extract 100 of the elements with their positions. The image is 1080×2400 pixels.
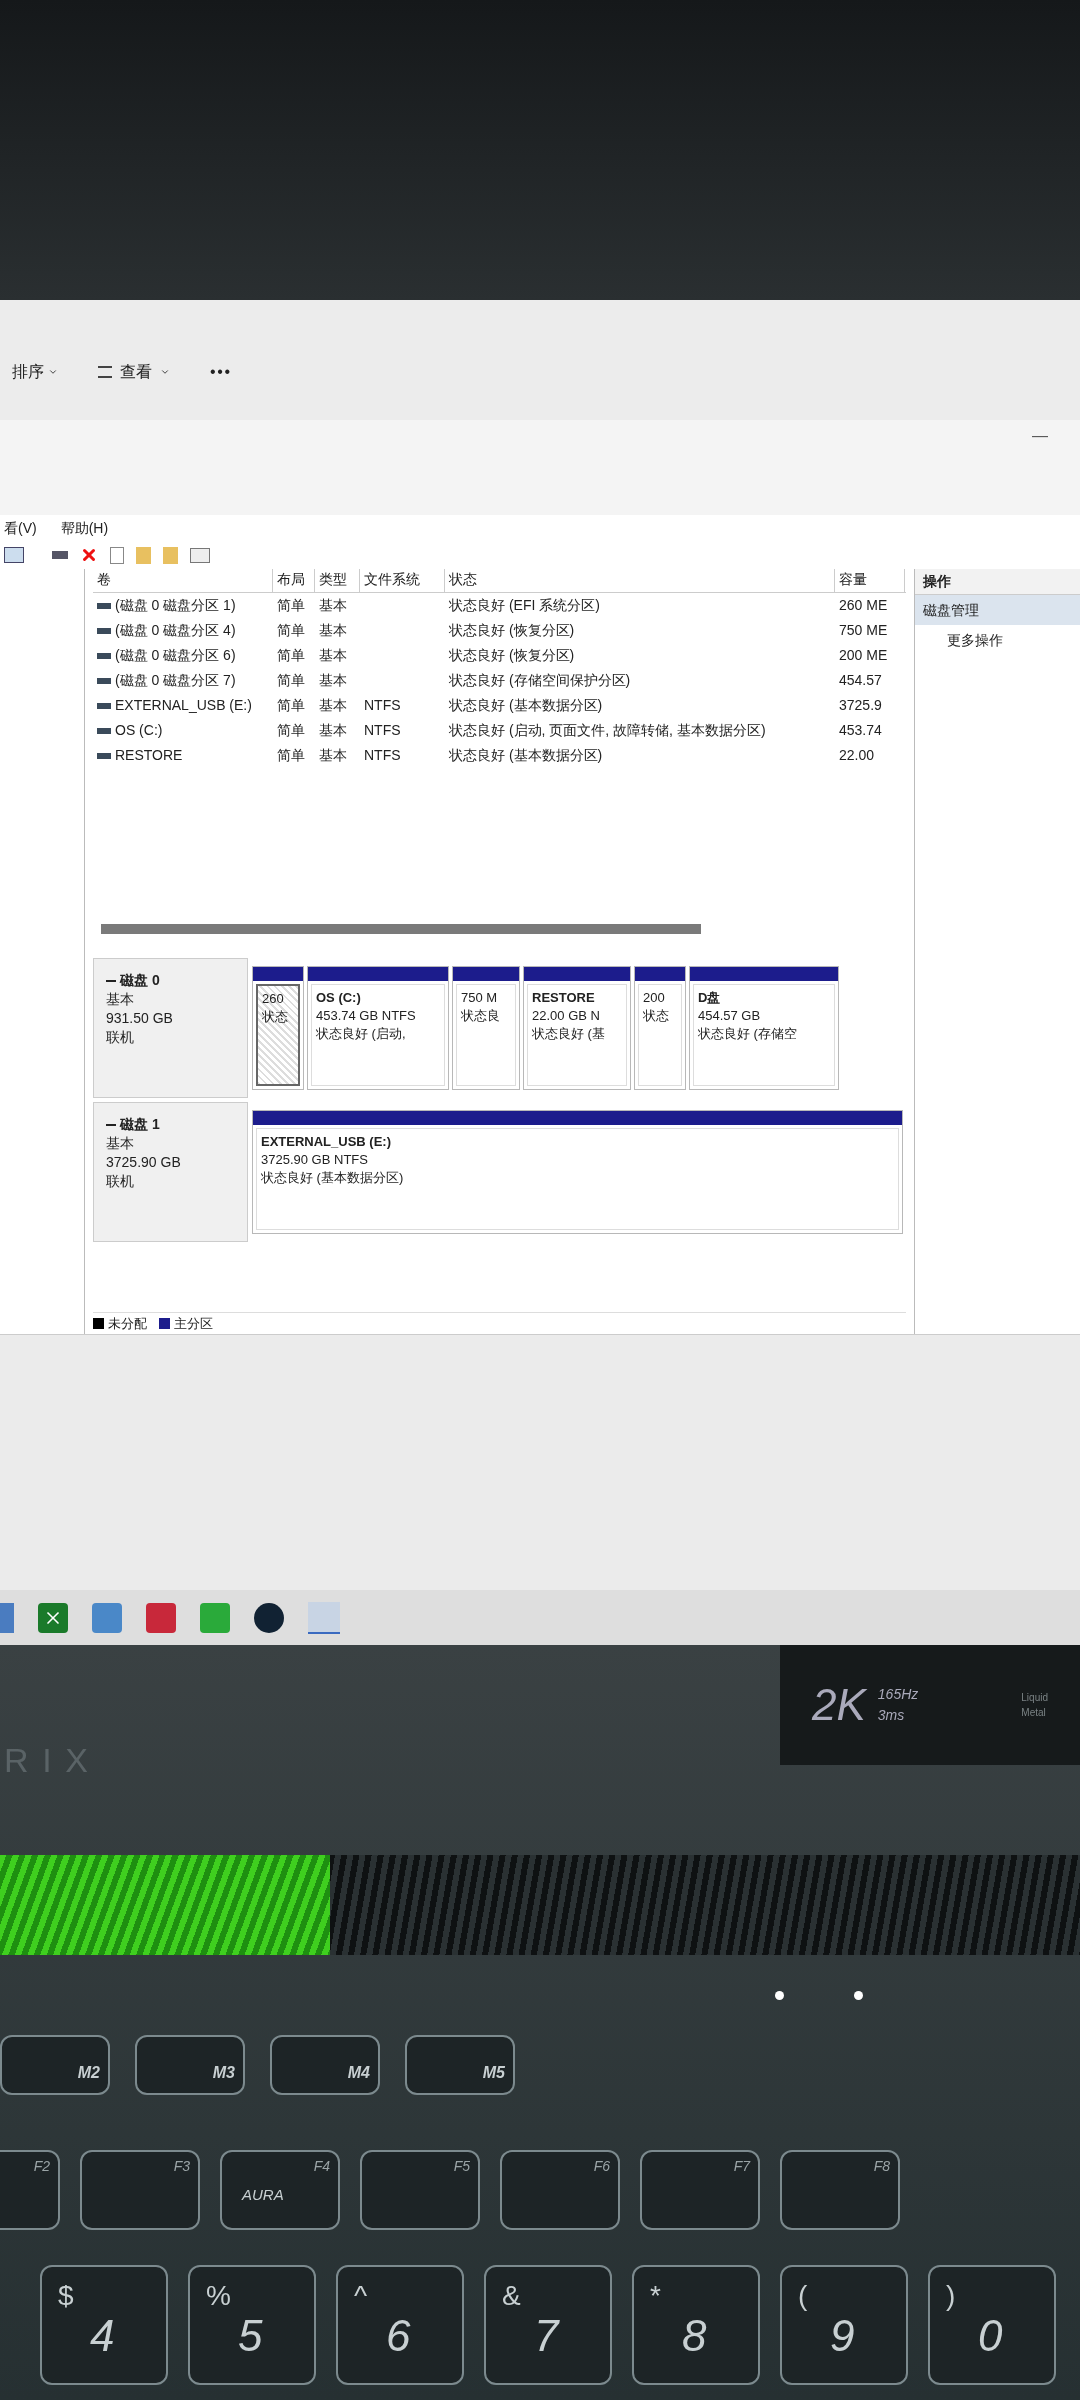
table-cell-text: 基本 (319, 671, 347, 690)
table-cell-text: 基本 (319, 721, 347, 740)
partition-title: OS (C:) (316, 989, 362, 1007)
drive-icon (97, 602, 111, 609)
feature-text: Liquid (1021, 1691, 1048, 1705)
menu-item[interactable]: 看(V) (4, 517, 37, 539)
actions-header: 操作 (915, 569, 1080, 595)
partition-block[interactable]: OS (C:) 453.74 GB NTFS 状态良好 (启动, (307, 966, 449, 1090)
macro-key[interactable]: M5 (405, 2035, 515, 2095)
number-key[interactable]: ( 9 (780, 2265, 908, 2385)
column-header[interactable]: 布局 (273, 569, 315, 592)
number-key[interactable]: * 8 (632, 2265, 760, 2385)
more-button[interactable]: ••• (210, 360, 232, 384)
partition-header-bar (253, 967, 303, 981)
key-label: F8 (873, 2157, 890, 2176)
number-key[interactable]: & 7 (484, 2265, 612, 2385)
partition-info: 状态 (643, 1007, 670, 1025)
partition-info: 状态良好 (基本数据分区) (261, 1169, 405, 1187)
sort-button[interactable]: 排序 (12, 360, 58, 384)
disk-size: 931.50 GB (106, 1009, 174, 1028)
partition-header-bar (635, 967, 685, 981)
partition-info: 750 M (461, 989, 499, 1007)
close-icon[interactable] (80, 546, 98, 564)
collapse-icon[interactable] (106, 979, 116, 982)
number-key[interactable]: ) 0 (928, 2265, 1056, 2385)
view-button[interactable]: 查看 (98, 360, 170, 384)
disk-label-panel[interactable]: 磁盘 0 基本 931.50 GB 联机 (93, 958, 248, 1098)
macro-key[interactable]: M4 (270, 2035, 380, 2095)
resolution-text: 2K (812, 1679, 866, 1731)
partition-title: RESTORE (532, 989, 596, 1007)
drive-icon (97, 627, 111, 634)
macro-key[interactable]: M3 (135, 2035, 245, 2095)
caret-icon (160, 367, 170, 377)
table-cell-text: 简单 (277, 696, 305, 715)
drive-icon (97, 752, 111, 759)
function-key[interactable]: F6 (500, 2150, 620, 2230)
function-key[interactable]: F4 AURA (220, 2150, 340, 2230)
number-key[interactable]: ^ 6 (336, 2265, 464, 2385)
list-icon (98, 366, 112, 378)
key-symbol: ) (946, 2279, 956, 2313)
table-cell-text: 状态良好 (恢复分区) (449, 646, 575, 665)
key-label: F4 (313, 2157, 330, 2176)
action-item[interactable]: 更多操作 (915, 625, 1080, 655)
window-icon[interactable] (190, 547, 210, 563)
column-header[interactable]: 类型 (315, 569, 360, 592)
function-key[interactable]: F7 (640, 2150, 760, 2230)
table-cell-text: 750 ME (839, 621, 888, 640)
table-cell-text: 简单 (277, 646, 305, 665)
macro-key[interactable]: M2 (0, 2035, 110, 2095)
minimize-button[interactable]: — (1032, 424, 1048, 448)
collapse-icon[interactable] (106, 1123, 116, 1126)
column-header[interactable]: 状态 (445, 569, 835, 592)
partition-info: 状态良好 (存储空 (698, 1025, 798, 1043)
function-key[interactable]: F5 (360, 2150, 480, 2230)
partition-block[interactable]: RESTORE 22.00 GB N 状态良好 (基 (523, 966, 631, 1090)
table-cell-text: 453.74 (839, 721, 882, 740)
column-header[interactable]: 卷 (93, 569, 273, 592)
column-header[interactable]: 容量 (835, 569, 905, 592)
table-cell-text: RESTORE (115, 746, 183, 765)
disk-label-panel[interactable]: 磁盘 1 基本 3725.90 GB 联机 (93, 1102, 248, 1242)
key-digit: 7 (534, 2310, 559, 2362)
key-symbol: % (206, 2279, 231, 2313)
column-header[interactable]: 文件系统 (360, 569, 445, 592)
console-icon[interactable] (4, 547, 24, 563)
partition-block[interactable]: 750 M 状态良 (452, 966, 520, 1090)
horizontal-scrollbar[interactable] (101, 924, 701, 934)
key-label: M4 (347, 2063, 370, 2083)
table-cell-text: 基本 (319, 746, 347, 765)
disk-status: 联机 (106, 1028, 135, 1047)
partition-header-bar (453, 967, 519, 981)
partition-block[interactable]: 200 状态 (634, 966, 686, 1090)
table-cell-text: 454.57 (839, 671, 882, 690)
action-item[interactable]: 磁盘管理 (915, 595, 1080, 625)
partition-info: 200 (643, 989, 666, 1007)
function-key[interactable]: F2 (0, 2150, 60, 2230)
table-cell-text: 状态良好 (存储空间保护分区) (449, 671, 631, 690)
table-cell-text: (磁盘 0 磁盘分区 1) (115, 596, 236, 615)
function-key[interactable]: F8 (780, 2150, 900, 2230)
partition-block[interactable]: EXTERNAL_USB (E:) 3725.90 GB NTFS 状态良好 (基本数据分区) (252, 1110, 903, 1234)
partition-info: 状态良好 (启动, (316, 1025, 407, 1043)
partition-info: 454.57 GB (698, 1007, 762, 1025)
table-cell-text: 3725.9 (839, 696, 882, 715)
table-cell-text: 简单 (277, 621, 305, 640)
key-digit: 0 (978, 2310, 1003, 2362)
partition-block[interactable]: D盘 454.57 GB 状态良好 (存储空 (689, 966, 839, 1090)
key-label: M5 (482, 2063, 505, 2083)
menu-item[interactable]: 帮助(H) (60, 517, 109, 539)
xbox-icon[interactable] (38, 1602, 68, 1633)
number-key[interactable]: $ 4 (40, 2265, 168, 2385)
partition-block[interactable]: 260 状态 (252, 966, 304, 1090)
key-symbol: ^ (354, 2279, 368, 2313)
table-cell-text: 状态良好 (基本数据分区) (449, 696, 603, 715)
key-label: F2 (33, 2157, 50, 2176)
function-key[interactable]: F3 (80, 2150, 200, 2230)
key-symbol: $ (58, 2279, 74, 2313)
caret-icon (48, 367, 58, 377)
table-cell-text: NTFS (364, 746, 401, 765)
number-key[interactable]: % 5 (188, 2265, 316, 2385)
indicator-light (854, 1990, 863, 2000)
drive-icon (97, 677, 111, 684)
